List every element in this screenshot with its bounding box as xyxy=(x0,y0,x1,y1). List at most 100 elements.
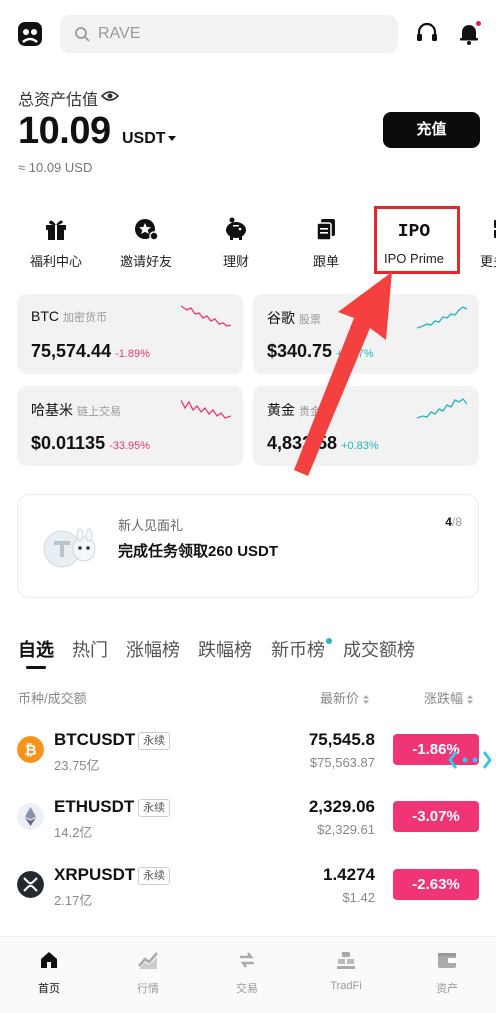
mascot-tether-icon xyxy=(43,528,96,568)
market-card-hakimi[interactable]: 哈基米 链上交易 $0.01135 -33.95% xyxy=(17,386,243,466)
promo-page-current: 4 xyxy=(445,515,452,529)
row-price: 2,329.06 xyxy=(308,797,375,816)
search-bar[interactable]: RAVE xyxy=(60,15,398,53)
card-change: -1.89% xyxy=(115,348,150,360)
market-tabs: 自选 热门 涨幅榜 跌幅榜 新币榜 成交额榜 xyxy=(0,634,496,674)
quick-action-welfare[interactable]: 福利中心 xyxy=(11,216,101,270)
quick-action-label: 理财 xyxy=(222,254,249,269)
quick-action-more[interactable]: 更多 xyxy=(478,216,496,270)
row-change[interactable]: -2.63% xyxy=(393,869,479,900)
sort-icon xyxy=(467,695,474,705)
table-header: 币种/成交额 最新价 涨跌幅 xyxy=(0,688,496,708)
active-tab-indicator xyxy=(26,666,46,669)
market-card-btc[interactable]: BTC 加密货币 75,574.44 -1.89% xyxy=(17,294,243,374)
promo-pager: 4/8 xyxy=(445,515,462,529)
row-change[interactable]: -3.07% xyxy=(393,801,479,832)
nav-label: 资产 xyxy=(436,983,458,995)
search-icon xyxy=(75,27,90,42)
notification-dot xyxy=(475,20,482,27)
perp-tag: 永续 xyxy=(138,867,170,885)
sparkline xyxy=(417,306,467,329)
tab-losers[interactable]: 跌幅榜 xyxy=(198,636,252,662)
header-price-label: 最新价 xyxy=(320,691,360,706)
table-row[interactable]: XRPUSDT 永续 2.17亿 1.4274 $1.42 -2.63% xyxy=(0,857,496,913)
tab-watchlist[interactable]: 自选 xyxy=(18,636,54,662)
quick-action-label: 福利中心 xyxy=(29,254,82,269)
xrp-icon xyxy=(17,871,44,898)
card-change: -33.95% xyxy=(109,440,151,452)
row-volume: 14.2亿 xyxy=(54,825,93,840)
nav-trade[interactable]: 交易 xyxy=(212,949,282,996)
gift-icon xyxy=(46,220,66,240)
card-price: $0.01135 -33.95% xyxy=(31,433,150,454)
invite-icon xyxy=(135,219,159,241)
eye-icon[interactable] xyxy=(100,88,120,104)
header-pair: 币种/成交额 xyxy=(18,691,87,706)
wallet-icon xyxy=(438,953,456,968)
piggy-bank-icon xyxy=(226,217,246,240)
nav-home[interactable]: 首页 xyxy=(14,949,84,996)
promo-banner[interactable]: 新人见面礼 完成任务领取260 USDT 4/8 xyxy=(17,494,479,598)
row-symbol: ETHUSDT xyxy=(54,797,135,816)
row-volume: 23.75亿 xyxy=(54,758,100,773)
tab-volume[interactable]: 成交额榜 xyxy=(343,636,415,662)
row-symbol: XRPUSDT xyxy=(54,865,136,884)
nav-assets[interactable]: 资产 xyxy=(412,949,482,996)
profile-avatar-icon[interactable] xyxy=(16,20,44,48)
header-change[interactable]: 涨跌幅 xyxy=(424,688,474,707)
copy-trade-icon xyxy=(316,219,335,241)
table-row[interactable]: ₿ BTCUSDT 永续 23.75亿 75,545.8 $75,563.87 … xyxy=(0,722,496,778)
bell-icon[interactable] xyxy=(456,20,482,46)
bitcoin-icon: ₿ xyxy=(17,736,44,763)
row-symbol: BTCUSDT xyxy=(54,730,136,749)
nav-label: TradFi xyxy=(330,980,362,992)
card-price-value: 75,574.44 xyxy=(31,341,112,361)
nav-label: 交易 xyxy=(236,983,258,995)
promo-title: 完成任务领取260 USDT xyxy=(118,543,279,560)
quick-action-finance[interactable]: 理财 xyxy=(191,216,281,270)
card-price-value: $0.01135 xyxy=(31,433,106,453)
asset-unit[interactable]: USDT xyxy=(122,130,166,148)
search-placeholder: RAVE xyxy=(98,25,141,42)
deposit-button[interactable]: 充值 xyxy=(383,112,480,148)
nav-tradfi[interactable]: TradFi xyxy=(311,949,381,992)
tradfi-icon xyxy=(337,952,355,969)
table-row[interactable]: ETHUSDT 永续 14.2亿 2,329.06 $2,329.61 -3.0… xyxy=(0,789,496,845)
asset-label: 总资产估值 xyxy=(18,92,99,109)
perp-tag: 永续 xyxy=(138,799,170,817)
row-fiat-price: $75,563.87 xyxy=(309,755,375,770)
promo-page-total: /8 xyxy=(451,515,462,529)
new-dot xyxy=(326,638,332,644)
caret-down-icon[interactable] xyxy=(168,136,176,141)
card-category: 链上交易 xyxy=(77,406,121,418)
headset-icon[interactable] xyxy=(414,20,440,46)
tab-gainers[interactable]: 涨幅榜 xyxy=(126,636,180,662)
quick-action-invite[interactable]: 邀请好友 xyxy=(101,216,191,270)
row-fiat-price: $1.42 xyxy=(342,890,375,905)
bottom-navigation: 首页 行情 交易 TradFi 资产 xyxy=(0,936,496,1013)
card-name-text: 哈基米 xyxy=(31,402,73,418)
promo-subtitle: 新人见面礼 xyxy=(118,518,184,533)
svg-text:₿: ₿ xyxy=(24,742,36,759)
tab-new-listings[interactable]: 新币榜 xyxy=(271,636,325,662)
card-price: 75,574.44 -1.89% xyxy=(31,341,150,362)
nav-label: 行情 xyxy=(137,983,159,995)
tab-hot[interactable]: 热门 xyxy=(72,636,108,662)
quick-action-label: 更多 xyxy=(479,254,496,269)
sparkline xyxy=(417,398,467,419)
floating-assistant-icon[interactable] xyxy=(448,750,492,770)
header-price[interactable]: 最新价 xyxy=(320,688,370,707)
card-name: 哈基米 链上交易 xyxy=(31,400,121,420)
nav-market[interactable]: 行情 xyxy=(113,949,183,996)
header-change-label: 涨跌幅 xyxy=(424,691,464,706)
ethereum-icon xyxy=(17,803,44,830)
market-icon xyxy=(138,952,158,969)
card-category: 加密货币 xyxy=(63,312,107,324)
home-icon xyxy=(41,952,57,968)
row-price: 1.4274 xyxy=(323,865,375,884)
row-volume: 2.17亿 xyxy=(54,893,93,908)
row-price: 75,545.8 xyxy=(308,730,375,749)
sparkline xyxy=(181,399,231,419)
trade-icon xyxy=(240,952,254,968)
sparkline xyxy=(181,305,231,327)
